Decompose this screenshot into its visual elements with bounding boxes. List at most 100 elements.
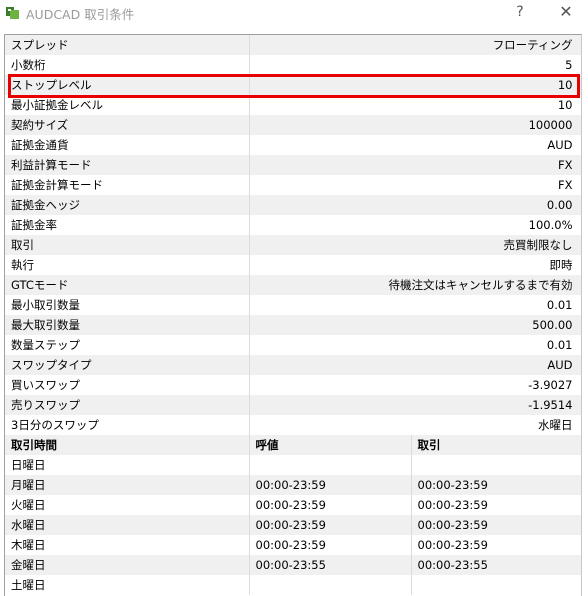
property-name: 証拠金計算モード [5,175,250,195]
property-name: 3日分のスワップ [5,415,250,435]
property-row[interactable]: 最小取引数量 0.01 [5,295,581,315]
property-value: AUD [249,135,581,155]
property-row[interactable]: 小数桁 5 [5,55,581,75]
property-name: 最小証拠金レベル [5,95,250,115]
schedule-day: 木曜日 [5,535,250,555]
property-row[interactable]: 証拠金ヘッジ 0.00 [5,195,581,215]
property-row[interactable]: 証拠金率 100.0% [5,215,581,235]
property-name: 売りスワップ [5,395,250,415]
property-row[interactable]: 証拠金計算モード FX [5,175,581,195]
property-value: フローティング [249,35,581,55]
property-value: 即時 [249,255,581,275]
property-row[interactable]: ストップレベル 10 [5,75,581,95]
schedule-day: 水曜日 [5,515,250,535]
property-value: 100.0% [249,215,581,235]
schedule-header-quotes[interactable]: 呼値 [249,435,412,455]
property-value: 0.01 [249,335,581,355]
schedule-trades [411,455,581,475]
schedule-quotes: 00:00-23:59 [249,515,412,535]
schedule-trades: 00:00-23:55 [411,555,581,575]
property-value: 10 [249,75,581,95]
property-row[interactable]: 執行 即時 [5,255,581,275]
window-title: AUDCAD 取引条件 [26,7,135,22]
schedule-row[interactable]: 金曜日 00:00-23:55 00:00-23:55 [5,555,581,575]
property-value: 500.00 [249,315,581,335]
schedule-header-row: 取引時間 呼値 取引 [5,435,581,455]
property-value: 100000 [249,115,581,135]
schedule-header-trades[interactable]: 取引 [411,435,581,455]
property-name: ストップレベル [5,75,250,95]
property-row[interactable]: 数量ステップ 0.01 [5,335,581,355]
schedule-trades [411,575,581,595]
schedule-trades: 00:00-23:59 [411,535,581,555]
schedule-day: 金曜日 [5,555,250,575]
property-value: FX [249,175,581,195]
property-name: 小数桁 [5,55,250,75]
schedule-quotes: 00:00-23:59 [249,535,412,555]
property-row[interactable]: 売りスワップ -1.9514 [5,395,581,415]
property-value: 水曜日 [249,415,581,435]
property-value: 0.00 [249,195,581,215]
property-name: スワップタイプ [5,355,250,375]
property-row[interactable]: スプレッド フローティング [5,35,581,55]
property-row[interactable]: 利益計算モード FX [5,155,581,175]
property-name: 取引 [5,235,250,255]
property-row[interactable]: 取引 売買制限なし [5,235,581,255]
schedule-day: 月曜日 [5,475,250,495]
schedule-quotes: 00:00-23:59 [249,495,412,515]
schedule-header-sessions[interactable]: 取引時間 [5,435,250,455]
schedule-row[interactable]: 水曜日 00:00-23:59 00:00-23:59 [5,515,581,535]
property-row[interactable]: 最小証拠金レベル 10 [5,95,581,115]
property-value: 5 [249,55,581,75]
close-button[interactable]: ✕ [554,1,578,23]
schedule-table: 取引時間 呼値 取引 日曜日 月曜日 00:00-23:59 00:00-23:59 火… [5,435,581,595]
schedule-row[interactable]: 火曜日 00:00-23:59 00:00-23:59 [5,495,581,515]
schedule-day: 土曜日 [5,575,250,595]
property-row[interactable]: 最大取引数量 500.00 [5,315,581,335]
schedule-quotes: 00:00-23:59 [249,475,412,495]
property-name: 証拠金率 [5,215,250,235]
schedule-quotes [249,575,412,595]
property-name: GTCモード [5,275,250,295]
property-name: 最小取引数量 [5,295,250,315]
property-name: 証拠金ヘッジ [5,195,250,215]
schedule-quotes: 00:00-23:55 [249,555,412,575]
property-value: 0.01 [249,295,581,315]
property-row[interactable]: 3日分のスワップ 水曜日 [5,415,581,435]
property-value: 待機注文はキャンセルするまで有効 [249,275,581,295]
schedule-trades: 00:00-23:59 [411,475,581,495]
property-value: -3.9027 [249,375,581,395]
property-value: -1.9514 [249,395,581,415]
schedule-trades: 00:00-23:59 [411,495,581,515]
property-row[interactable]: スワップタイプ AUD [5,355,581,375]
app-icon [6,7,19,19]
property-value: AUD [249,355,581,375]
help-button[interactable]: ? [508,1,532,23]
schedule-row[interactable]: 木曜日 00:00-23:59 00:00-23:59 [5,535,581,555]
property-name: 契約サイズ [5,115,250,135]
property-table: スプレッド フローティング 小数桁 5 ストップレベル 10 最小証拠金レベル 10 契約サイズ… [5,35,581,435]
schedule-row[interactable]: 土曜日 [5,575,581,595]
property-name: 最大取引数量 [5,315,250,335]
property-value: 売買制限なし [249,235,581,255]
schedule-quotes [249,455,412,475]
schedule-trades: 00:00-23:59 [411,515,581,535]
property-row[interactable]: 買いスワップ -3.9027 [5,375,581,395]
property-name: スプレッド [5,35,250,55]
property-name: 利益計算モード [5,155,250,175]
schedule-row[interactable]: 月曜日 00:00-23:59 00:00-23:59 [5,475,581,495]
schedule-day: 日曜日 [5,455,250,475]
property-name: 数量ステップ [5,335,250,355]
specification-panel: スプレッド フローティング 小数桁 5 ストップレベル 10 最小証拠金レベル 10 契約サイズ… [4,34,582,596]
property-value: 10 [249,95,581,115]
property-value: FX [249,155,581,175]
schedule-row[interactable]: 日曜日 [5,455,581,475]
schedule-day: 火曜日 [5,495,250,515]
property-row[interactable]: 契約サイズ 100000 [5,115,581,135]
property-name: 証拠金通貨 [5,135,250,155]
property-row[interactable]: 証拠金通貨 AUD [5,135,581,155]
title-bar: AUDCAD 取引条件 ? ✕ [0,0,588,26]
property-name: 執行 [5,255,250,275]
property-name: 買いスワップ [5,375,250,395]
property-row[interactable]: GTCモード 待機注文はキャンセルするまで有効 [5,275,581,295]
